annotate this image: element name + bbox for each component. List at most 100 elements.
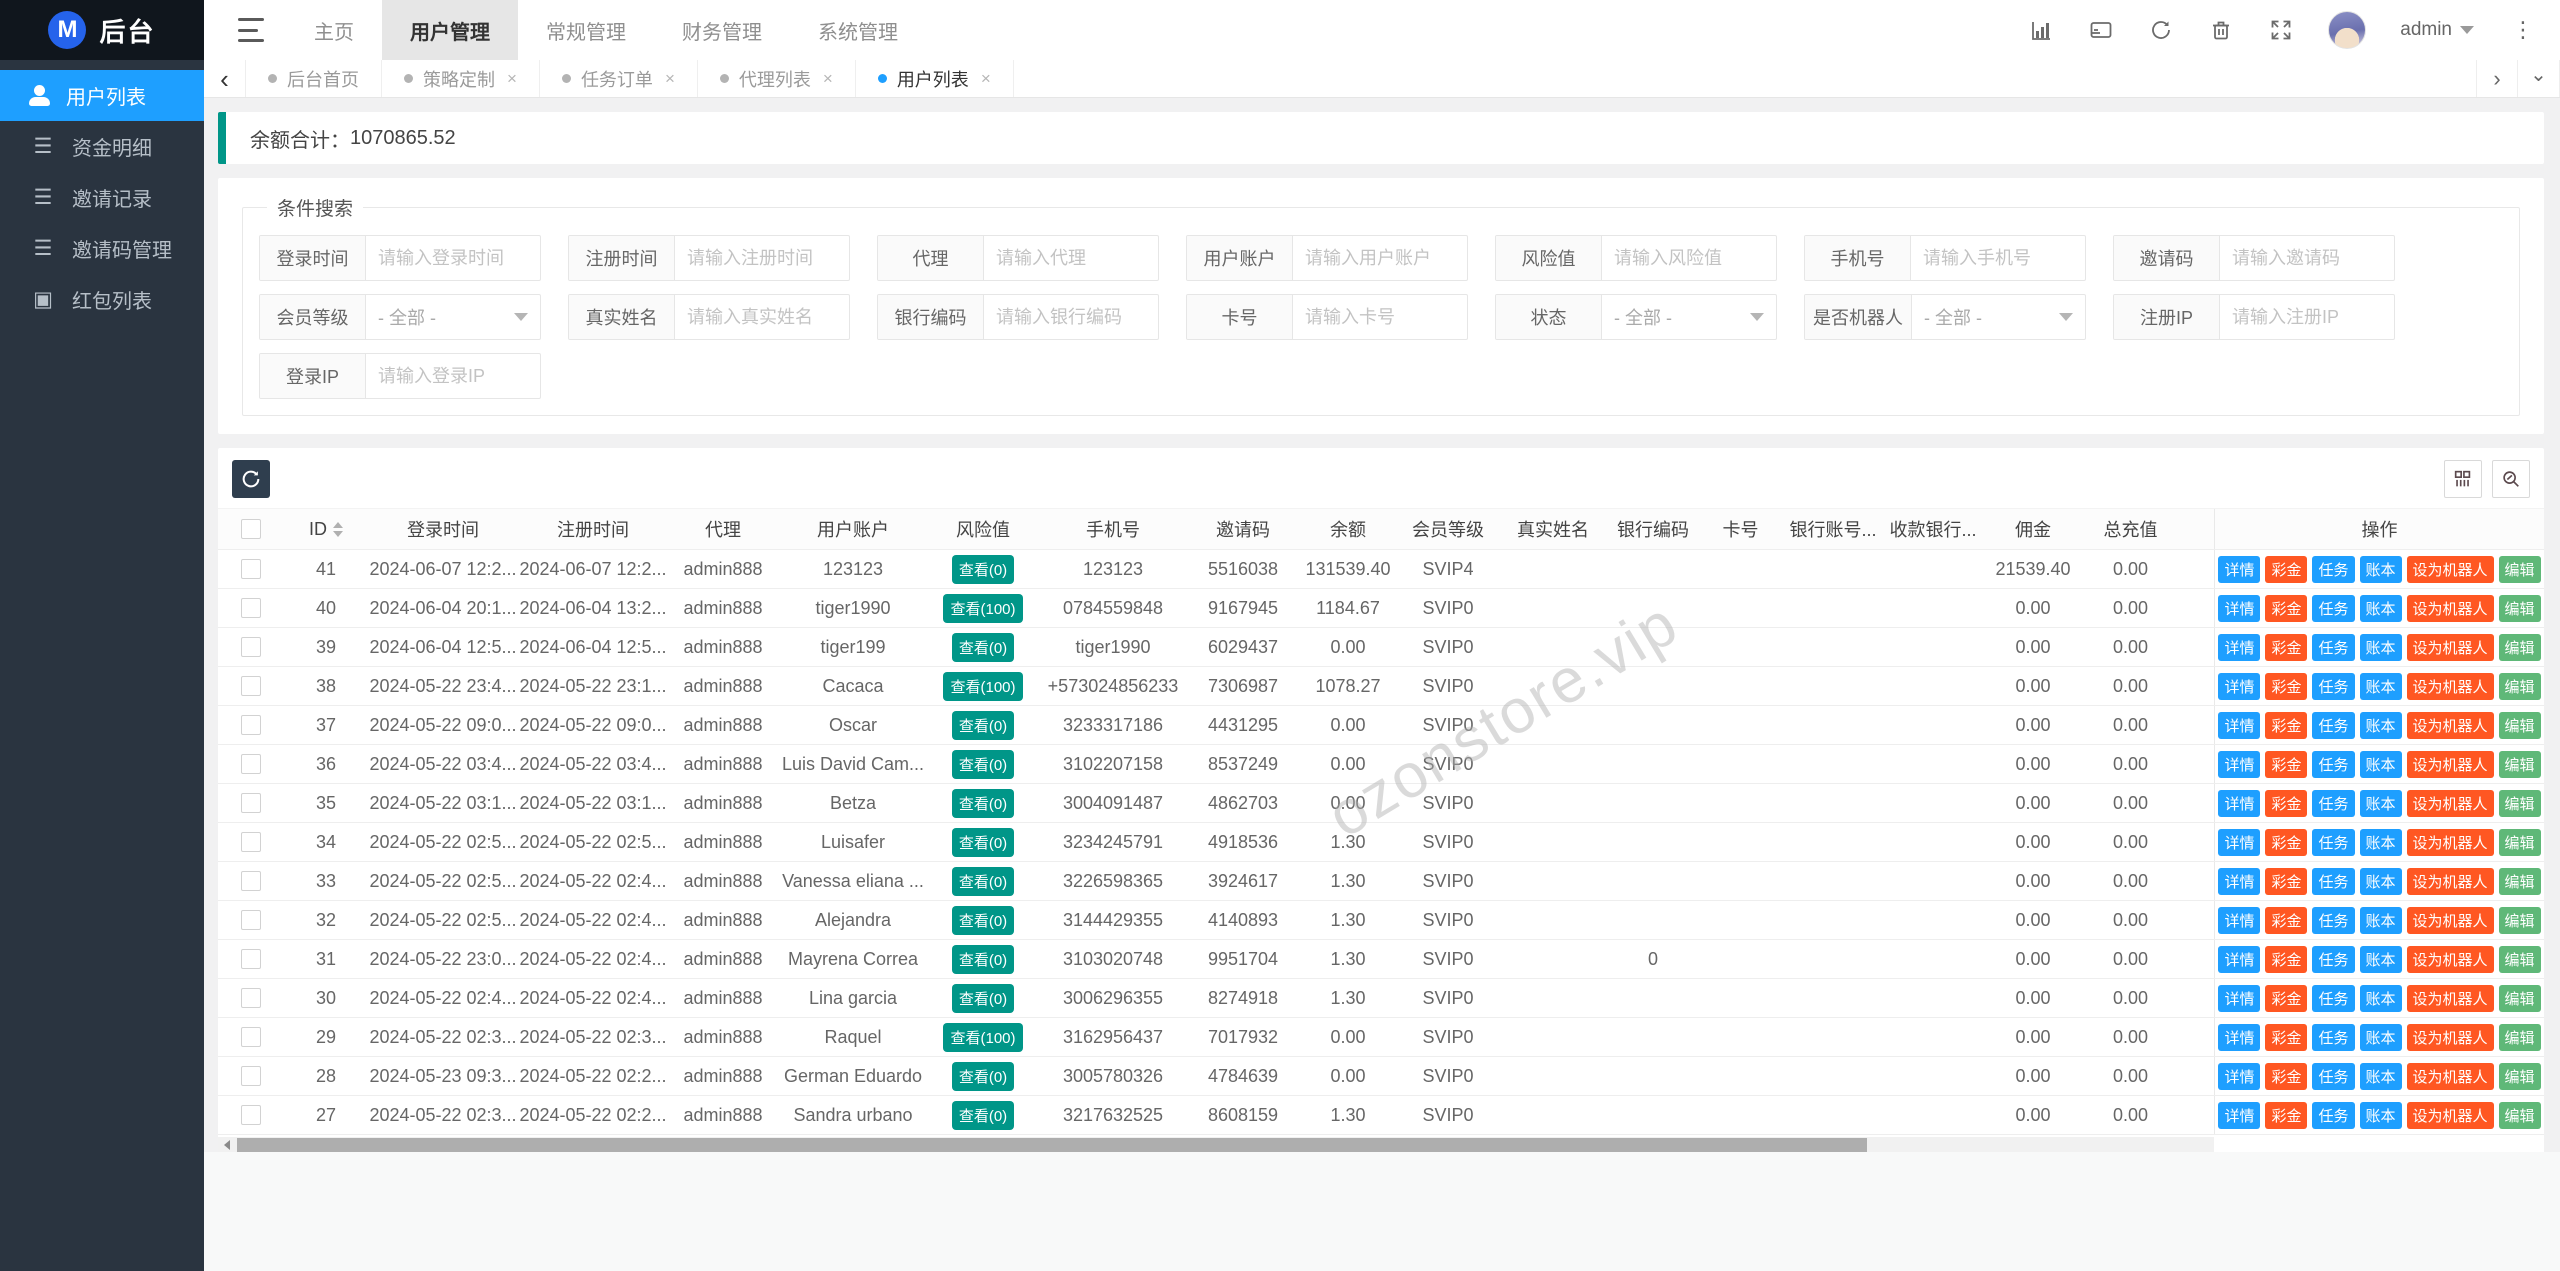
- edit-button[interactable]: 编辑: [2499, 829, 2541, 856]
- set-robot-button[interactable]: 设为机器人: [2407, 712, 2494, 739]
- edit-button[interactable]: 编辑: [2499, 985, 2541, 1012]
- bonus-button[interactable]: 彩金: [2265, 1102, 2307, 1129]
- bonus-button[interactable]: 彩金: [2265, 985, 2307, 1012]
- ledger-button[interactable]: 账本: [2360, 673, 2402, 700]
- ledger-button[interactable]: 账本: [2360, 1102, 2402, 1129]
- row-checkbox[interactable]: [241, 637, 261, 657]
- detail-button[interactable]: 详情: [2218, 595, 2260, 622]
- field-input[interactable]: [2232, 248, 2382, 269]
- edit-button[interactable]: 编辑: [2499, 907, 2541, 934]
- row-checkbox[interactable]: [241, 793, 261, 813]
- bonus-button[interactable]: 彩金: [2265, 829, 2307, 856]
- columns-button[interactable]: [2444, 460, 2482, 498]
- set-robot-button[interactable]: 设为机器人: [2407, 556, 2494, 583]
- edit-button[interactable]: 编辑: [2499, 790, 2541, 817]
- detail-button[interactable]: 详情: [2218, 868, 2260, 895]
- bonus-button[interactable]: 彩金: [2265, 790, 2307, 817]
- row-checkbox[interactable]: [241, 949, 261, 969]
- set-robot-button[interactable]: 设为机器人: [2407, 829, 2494, 856]
- bar-chart-icon[interactable]: [2028, 17, 2054, 43]
- detail-button[interactable]: 详情: [2218, 1024, 2260, 1051]
- detail-button[interactable]: 详情: [2218, 556, 2260, 583]
- risk-view-button[interactable]: 查看(0): [952, 750, 1014, 779]
- tabs-scroll-left-icon[interactable]: [204, 60, 246, 97]
- row-checkbox[interactable]: [241, 910, 261, 930]
- tab-close-icon[interactable]: [823, 69, 833, 89]
- sort-icon[interactable]: [333, 522, 343, 537]
- bonus-button[interactable]: 彩金: [2265, 556, 2307, 583]
- row-checkbox[interactable]: [241, 988, 261, 1008]
- edit-button[interactable]: 编辑: [2499, 673, 2541, 700]
- topnav-item[interactable]: 系统管理: [790, 0, 926, 60]
- page-tab[interactable]: 任务订单: [540, 60, 698, 97]
- select-all-checkbox[interactable]: [241, 519, 261, 539]
- avatar[interactable]: [2328, 11, 2366, 49]
- table-search-button[interactable]: [2492, 460, 2530, 498]
- ledger-button[interactable]: 账本: [2360, 634, 2402, 661]
- field-input[interactable]: [996, 248, 1146, 269]
- row-checkbox[interactable]: [241, 754, 261, 774]
- set-robot-button[interactable]: 设为机器人: [2407, 1063, 2494, 1090]
- page-tab[interactable]: 后台首页: [246, 60, 382, 97]
- ledger-button[interactable]: 账本: [2360, 907, 2402, 934]
- set-robot-button[interactable]: 设为机器人: [2407, 751, 2494, 778]
- bonus-button[interactable]: 彩金: [2265, 595, 2307, 622]
- detail-button[interactable]: 详情: [2218, 712, 2260, 739]
- ledger-button[interactable]: 账本: [2360, 1024, 2402, 1051]
- risk-view-button[interactable]: 查看(0): [952, 906, 1014, 935]
- tabs-scroll-right-icon[interactable]: [2476, 60, 2518, 97]
- row-checkbox[interactable]: [241, 832, 261, 852]
- sidebar-item[interactable]: 邀请码管理: [0, 223, 204, 274]
- edit-button[interactable]: 编辑: [2499, 634, 2541, 661]
- set-robot-button[interactable]: 设为机器人: [2407, 1024, 2494, 1051]
- edit-button[interactable]: 编辑: [2499, 751, 2541, 778]
- credit-card-icon[interactable]: [2088, 17, 2114, 43]
- tabs-menu-icon[interactable]: [2518, 60, 2560, 97]
- page-tab[interactable]: 代理列表: [698, 60, 856, 97]
- risk-view-button[interactable]: 查看(0): [952, 1062, 1014, 1091]
- task-button[interactable]: 任务: [2312, 1063, 2354, 1090]
- edit-button[interactable]: 编辑: [2499, 1063, 2541, 1090]
- sidebar-item[interactable]: 资金明细: [0, 121, 204, 172]
- detail-button[interactable]: 详情: [2218, 907, 2260, 934]
- edit-button[interactable]: 编辑: [2499, 1024, 2541, 1051]
- risk-view-button[interactable]: 查看(0): [952, 555, 1014, 584]
- task-button[interactable]: 任务: [2312, 751, 2354, 778]
- field-input[interactable]: [1614, 248, 1764, 269]
- tab-close-icon[interactable]: [507, 69, 517, 89]
- row-checkbox[interactable]: [241, 1105, 261, 1125]
- fullscreen-icon[interactable]: [2268, 17, 2294, 43]
- risk-view-button[interactable]: 查看(0): [952, 789, 1014, 818]
- field-select[interactable]: - 全部 -: [378, 304, 436, 330]
- risk-view-button[interactable]: 查看(0): [952, 828, 1014, 857]
- field-input[interactable]: [378, 366, 528, 387]
- edit-button[interactable]: 编辑: [2499, 595, 2541, 622]
- set-robot-button[interactable]: 设为机器人: [2407, 1102, 2494, 1129]
- table-refresh-button[interactable]: [232, 460, 270, 498]
- risk-view-button[interactable]: 查看(100): [943, 672, 1022, 701]
- topnav-item[interactable]: 常规管理: [518, 0, 654, 60]
- ledger-button[interactable]: 账本: [2360, 829, 2402, 856]
- scroll-left-arrow[interactable]: [218, 1137, 235, 1153]
- risk-view-button[interactable]: 查看(0): [952, 1101, 1014, 1130]
- detail-button[interactable]: 详情: [2218, 1102, 2260, 1129]
- task-button[interactable]: 任务: [2312, 829, 2354, 856]
- ledger-button[interactable]: 账本: [2360, 868, 2402, 895]
- field-input[interactable]: [1305, 307, 1455, 328]
- detail-button[interactable]: 详情: [2218, 751, 2260, 778]
- risk-view-button[interactable]: 查看(100): [943, 1023, 1022, 1052]
- field-input[interactable]: [996, 307, 1146, 328]
- bonus-button[interactable]: 彩金: [2265, 712, 2307, 739]
- task-button[interactable]: 任务: [2312, 985, 2354, 1012]
- more-icon[interactable]: [2508, 17, 2538, 43]
- risk-view-button[interactable]: 查看(0): [952, 945, 1014, 974]
- ledger-button[interactable]: 账本: [2360, 712, 2402, 739]
- risk-view-button[interactable]: 查看(0): [952, 984, 1014, 1013]
- refresh-icon[interactable]: [2148, 17, 2174, 43]
- tab-close-icon[interactable]: [665, 69, 675, 89]
- detail-button[interactable]: 详情: [2218, 673, 2260, 700]
- task-button[interactable]: 任务: [2312, 907, 2354, 934]
- task-button[interactable]: 任务: [2312, 556, 2354, 583]
- edit-button[interactable]: 编辑: [2499, 556, 2541, 583]
- task-button[interactable]: 任务: [2312, 790, 2354, 817]
